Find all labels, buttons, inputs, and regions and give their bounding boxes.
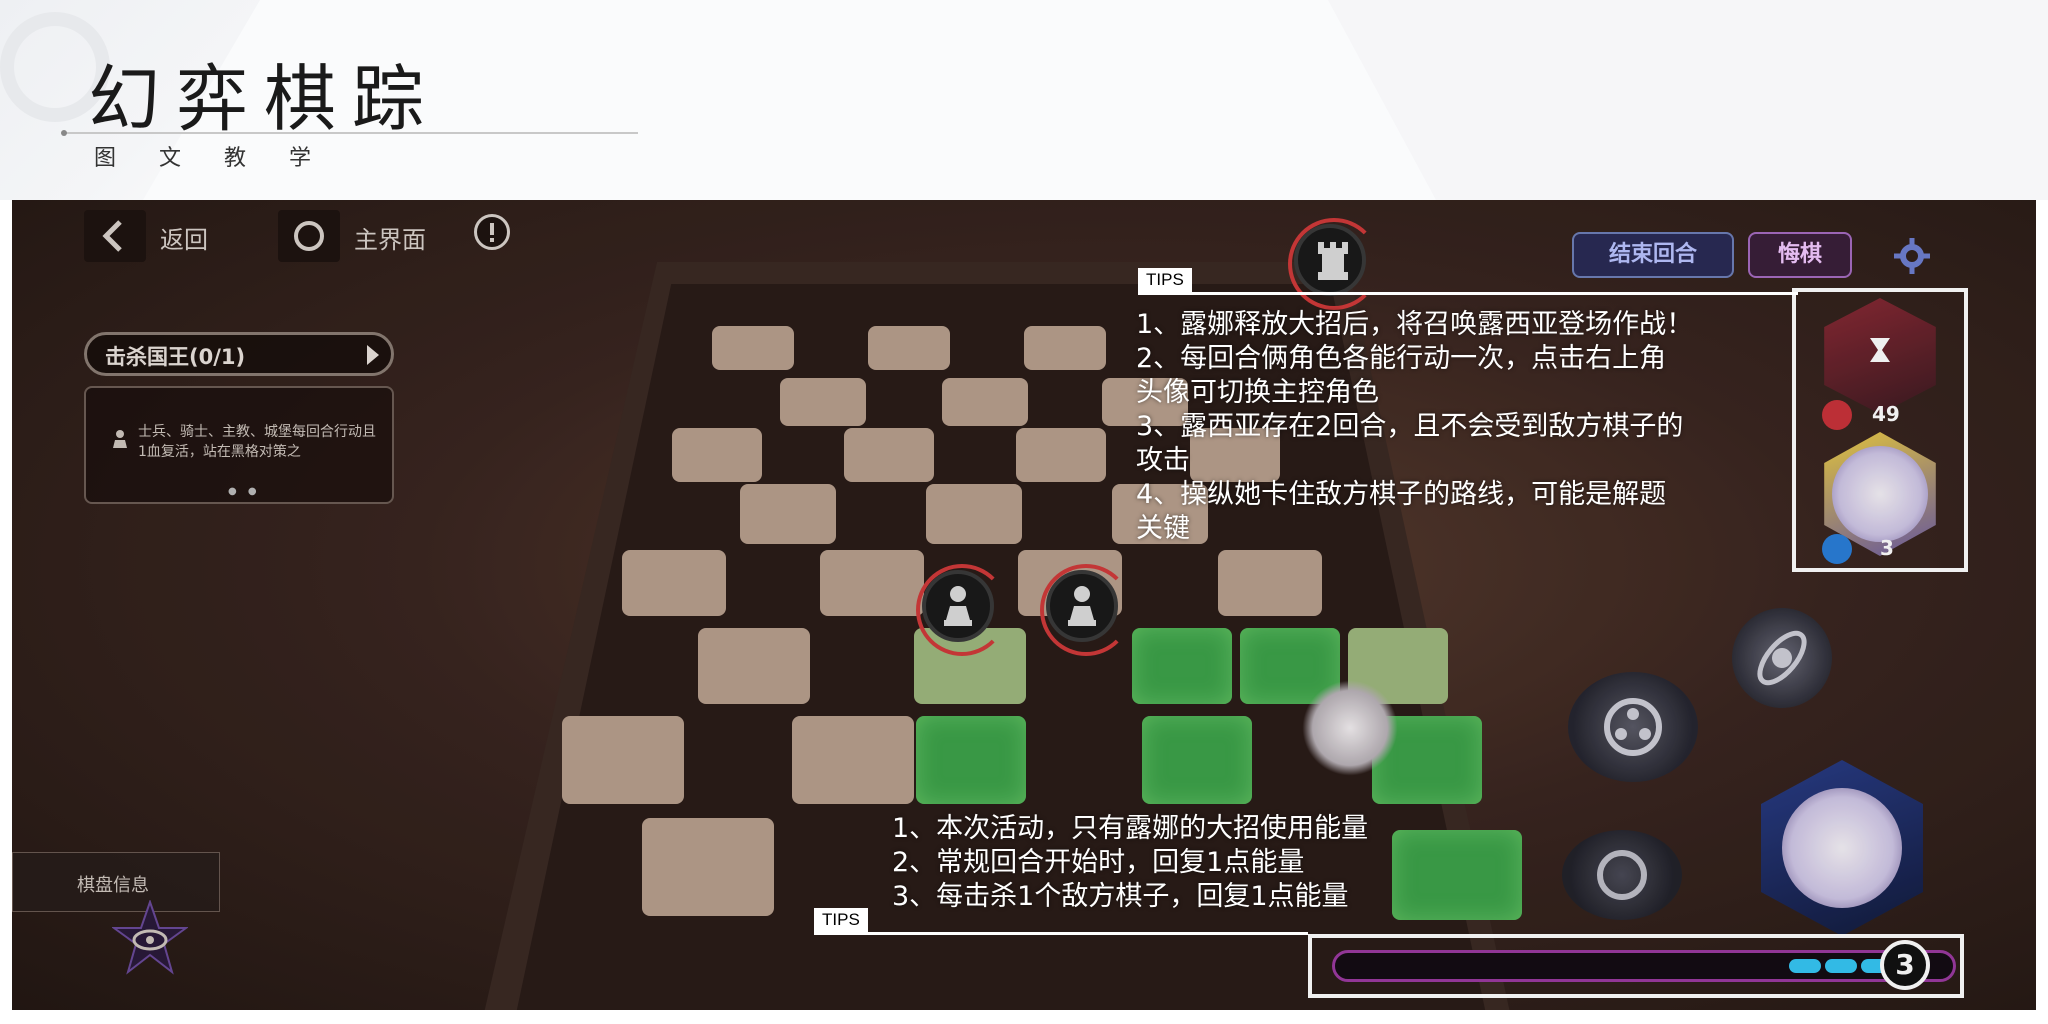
title-divider xyxy=(62,132,638,134)
pawn-health-ring xyxy=(916,564,1008,656)
tips-bottom-line-1: 1、本次活动，只有露娜的大招使用能量 xyxy=(892,813,1369,844)
tips-bottom-line-2: 2、常规回合开始时，回复1点能量 xyxy=(892,847,1305,878)
luna-avatar-image xyxy=(1832,446,1928,542)
board-square[interactable] xyxy=(642,818,774,916)
back-label[interactable]: 返回 xyxy=(160,220,208,255)
back-button[interactable] xyxy=(84,210,146,262)
tips-top-line-2: 2、每回合俩角色各能行动一次，点击右上角 xyxy=(1136,343,1667,374)
quest-description-panel: 士兵、骑士、主教、城堡每回合行动且1血复活，站在黑格对策之 ● ● xyxy=(84,386,394,504)
play-arrow-icon xyxy=(367,345,379,365)
lucia-hp: 49 xyxy=(1872,402,1900,426)
cylinder-icon xyxy=(1597,850,1647,900)
board-square-highlighted[interactable] xyxy=(1142,716,1252,804)
board-square-highlighted[interactable] xyxy=(916,716,1026,804)
tips-rule-bottom xyxy=(814,932,1308,935)
undo-button[interactable]: 悔棋 xyxy=(1748,232,1852,278)
board-square[interactable] xyxy=(942,378,1028,426)
board-square[interactable] xyxy=(1016,428,1106,482)
board-square-highlighted[interactable] xyxy=(1132,628,1232,704)
board-square[interactable] xyxy=(740,484,836,544)
tips-top-line-5: 攻击 xyxy=(1136,445,1190,476)
board-square[interactable] xyxy=(1024,326,1106,370)
tips-label-bottom: TIPS xyxy=(814,908,868,932)
page-dots: ● ● xyxy=(228,486,261,497)
title-divider-dot xyxy=(61,130,67,136)
skill-button-secondary[interactable] xyxy=(1562,830,1682,920)
tips-top-line-7: 关键 xyxy=(1136,513,1190,544)
tips-rule-top xyxy=(1138,292,1798,295)
board-square[interactable] xyxy=(926,484,1022,544)
quest-title: 击杀国王(0/1) xyxy=(105,345,246,369)
pawn-health-ring xyxy=(1040,564,1132,656)
board-square[interactable] xyxy=(622,550,726,616)
quest-description: 士兵、骑士、主教、城堡每回合行动且1血复活，站在黑格对策之 xyxy=(138,424,376,460)
skill-button-attack[interactable] xyxy=(1568,672,1698,782)
tips-top-line-3: 头像可切换主控角色 xyxy=(1136,377,1379,408)
chevron-left-icon xyxy=(102,220,122,252)
home-label[interactable]: 主界面 xyxy=(354,220,426,255)
skill-button-dodge[interactable] xyxy=(1717,593,1847,723)
page-subtitle: 图 文 教 学 xyxy=(94,146,329,171)
board-info-label: 棋盘信息 xyxy=(77,875,149,896)
chess-piece-icon xyxy=(113,430,127,448)
home-button[interactable] xyxy=(278,210,340,262)
tips-label-top: TIPS xyxy=(1138,268,1192,292)
tips-top-line-1: 1、露娜释放大招后，将召唤露西亚登场作战！ xyxy=(1136,309,1694,340)
tips-top-line-4: 3、露西亚存在2回合，且不会受到敌方棋子的 xyxy=(1136,411,1684,442)
info-icon[interactable] xyxy=(474,214,510,250)
board-square[interactable] xyxy=(792,716,914,804)
board-square[interactable] xyxy=(712,326,794,370)
tips-bottom-line-3: 3、每击杀1个敌方棋子，回复1点能量 xyxy=(892,881,1349,912)
heart-shield-icon xyxy=(1822,400,1852,430)
tips-top-line-6: 4、操纵她卡住敌方棋子的路线，可能是解题 xyxy=(1136,479,1667,510)
rook-health-ring xyxy=(1288,218,1380,310)
luna-ultimate-portrait xyxy=(1782,788,1902,908)
tips-text-bottom: 1、本次活动，只有露娜的大招使用能量 2、常规回合开始时，回复1点能量 3、每击… xyxy=(892,812,1492,914)
board-square[interactable] xyxy=(780,378,866,426)
board-square[interactable] xyxy=(698,628,810,704)
player-character-on-board[interactable] xyxy=(1302,680,1398,776)
board-square[interactable] xyxy=(820,550,924,616)
board-square[interactable] xyxy=(672,428,762,482)
board-square[interactable] xyxy=(1218,550,1322,616)
energy-bar-highlight xyxy=(1308,934,1964,998)
cylinder-icon xyxy=(1604,698,1662,756)
tips-text-top: 1、露娜释放大招后，将召唤露西亚登场作战！ 2、每回合俩角色各能行动一次，点击右… xyxy=(1136,308,1796,546)
orbit-icon xyxy=(1757,630,1807,686)
luna-ultimate-button[interactable] xyxy=(1761,760,1923,936)
skill-cooldown-icon xyxy=(1822,534,1852,564)
exclamation-icon xyxy=(490,223,494,242)
eye-star-icon[interactable] xyxy=(110,898,190,976)
luna-skill-count: 3 xyxy=(1880,536,1894,560)
circle-home-icon xyxy=(294,221,324,251)
board-square[interactable] xyxy=(844,428,934,482)
board-square[interactable] xyxy=(868,326,950,370)
page-title: 幻弈棋踪 xyxy=(88,57,441,141)
header-decoration-right xyxy=(1328,0,2048,200)
gear-icon[interactable] xyxy=(1892,236,1932,276)
game-screenshot: 返回 主界面 击杀国王(0/1) 士兵、骑士、主教、城堡每回合行动且1血复活，站… xyxy=(12,200,2036,1010)
end-turn-button[interactable]: 结束回合 xyxy=(1572,232,1734,278)
quest-objective[interactable]: 击杀国王(0/1) xyxy=(84,332,394,376)
board-square[interactable] xyxy=(562,716,684,804)
